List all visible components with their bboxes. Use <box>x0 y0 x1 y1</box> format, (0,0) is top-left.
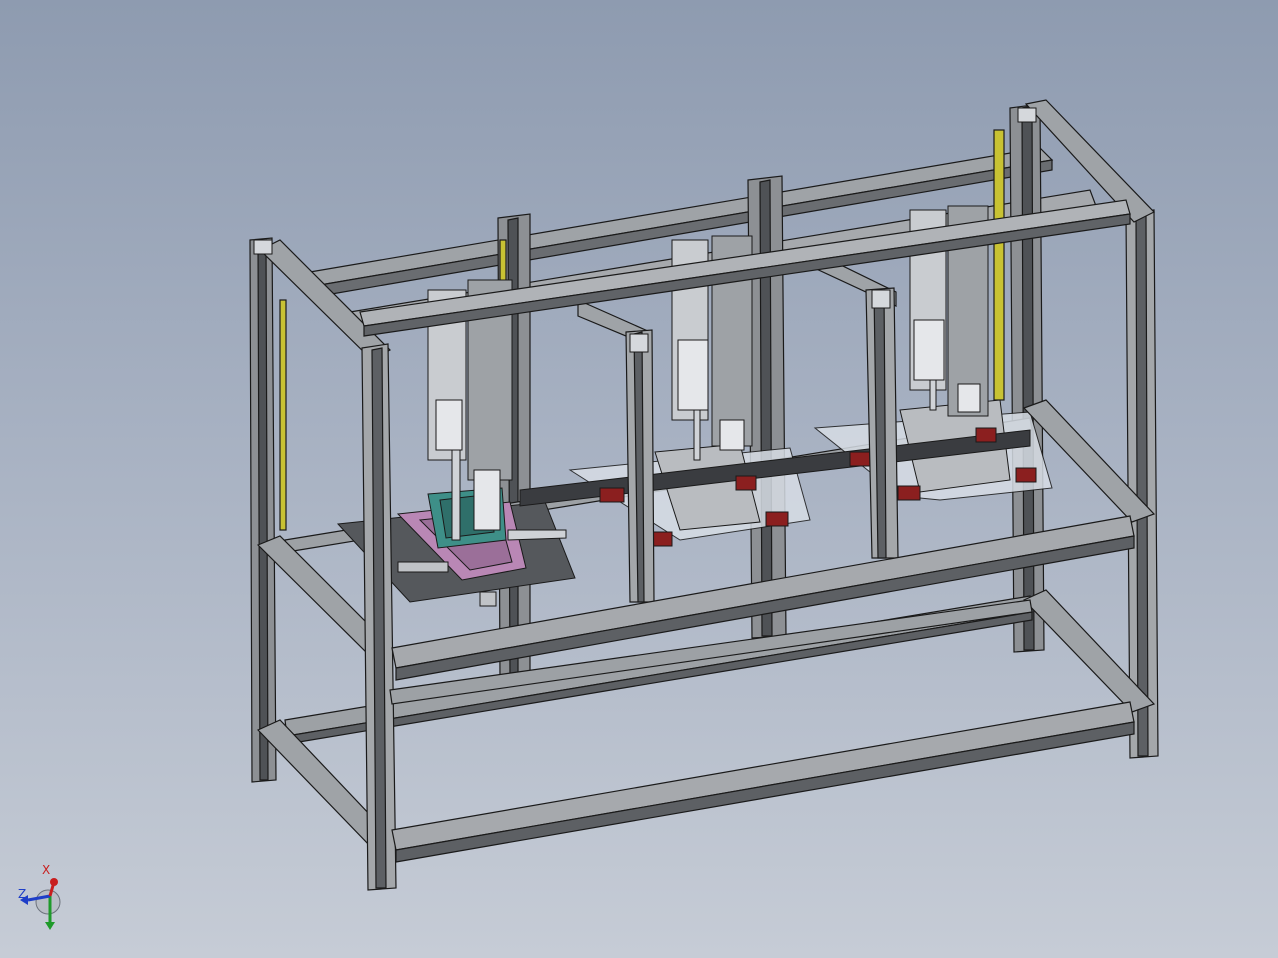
triad-x-label: X <box>42 863 51 877</box>
assembly-model[interactable] <box>0 0 1278 958</box>
triad-z-label: Z <box>18 887 27 901</box>
cad-viewport[interactable]: X Z <box>0 0 1278 958</box>
orientation-triad[interactable]: X Z <box>14 862 84 934</box>
